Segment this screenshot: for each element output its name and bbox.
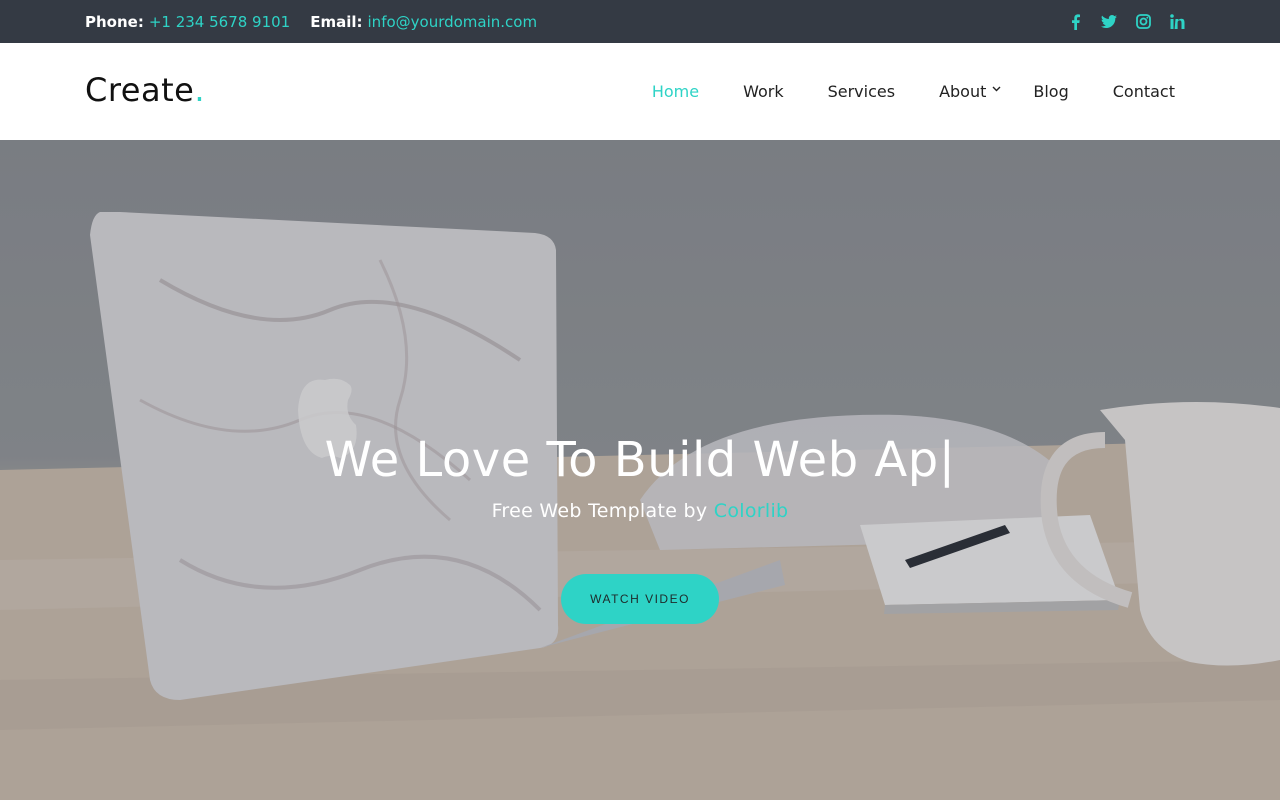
contact-info: Phone: +1 234 5678 9101 Email: info@your… xyxy=(85,0,537,43)
colorlib-link[interactable]: Colorlib xyxy=(714,500,789,522)
phone-info: Phone: +1 234 5678 9101 xyxy=(85,13,290,31)
nav-item-work[interactable]: Work xyxy=(743,82,784,101)
chevron-down-icon xyxy=(992,86,1001,92)
hero-section: We Love To Build Web Ap| Free Web Templa… xyxy=(0,140,1280,800)
facebook-icon[interactable] xyxy=(1065,12,1085,32)
email-label: Email: xyxy=(310,12,363,31)
site-header: Create. Home Work Services About Blog Co… xyxy=(0,43,1280,140)
logo-text: Create xyxy=(85,71,195,109)
linkedin-icon[interactable] xyxy=(1167,12,1187,32)
twitter-icon[interactable] xyxy=(1099,12,1119,32)
nav-item-services[interactable]: Services xyxy=(828,82,895,101)
nav-item-blog[interactable]: Blog xyxy=(1033,82,1068,101)
email-info: Email: info@yourdomain.com xyxy=(310,13,537,31)
nav-item-about[interactable]: About xyxy=(939,82,1001,101)
hero-subtitle-text: Free Web Template by xyxy=(491,500,714,522)
nav-item-home[interactable]: Home xyxy=(652,82,699,101)
top-info-bar: Phone: +1 234 5678 9101 Email: info@your… xyxy=(0,0,1280,43)
social-links xyxy=(1051,0,1187,43)
hero-title: We Love To Build Web Ap| xyxy=(0,432,1280,488)
hero-subtitle: Free Web Template by Colorlib xyxy=(0,500,1280,522)
nav-item-contact[interactable]: Contact xyxy=(1113,82,1175,101)
typing-cursor: | xyxy=(938,432,956,488)
email-link[interactable]: info@yourdomain.com xyxy=(368,13,538,31)
nav-item-about-label: About xyxy=(939,82,987,101)
site-logo[interactable]: Create. xyxy=(85,71,205,109)
logo-dot: . xyxy=(194,71,205,109)
phone-link[interactable]: +1 234 5678 9101 xyxy=(149,13,290,31)
watch-video-button[interactable]: WATCH VIDEO xyxy=(561,574,719,624)
main-nav: Home Work Services About Blog Contact xyxy=(608,43,1175,140)
hero-title-text: We Love To Build Web Ap xyxy=(324,432,939,488)
instagram-icon[interactable] xyxy=(1133,12,1153,32)
phone-label: Phone: xyxy=(85,12,144,31)
